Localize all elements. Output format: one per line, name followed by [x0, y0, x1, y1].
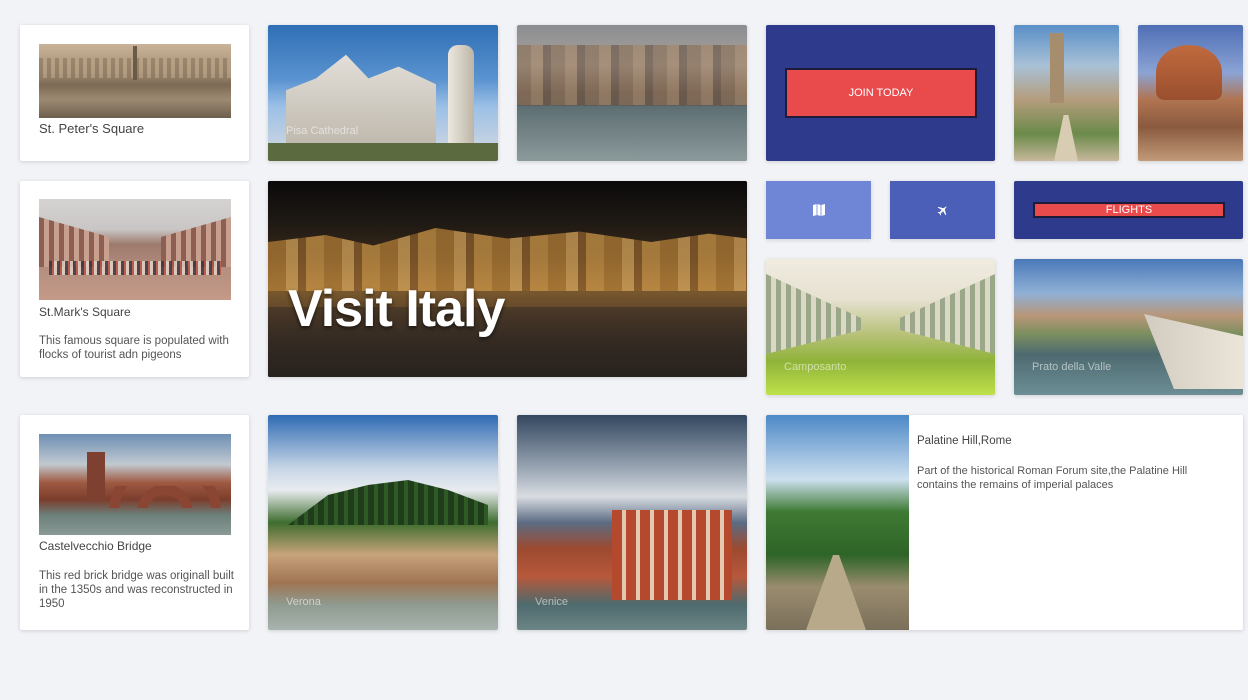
card-st-peters-square[interactable]: St. Peter's Square — [20, 25, 249, 161]
palatine-hill-description: Part of the historical Roman Forum site,… — [917, 465, 1188, 491]
castelvecchio-bridge-photo — [39, 434, 231, 535]
st-marks-square-photo — [39, 199, 231, 300]
castelvecchio-bridge-description: This red brick bridge was originall buil… — [39, 570, 234, 610]
photo-tile-courtyard[interactable] — [1014, 25, 1119, 161]
photo-tile-verona[interactable]: Verona — [268, 415, 498, 630]
photo-tile-prato-della-valle[interactable]: Prato della Valle — [1014, 259, 1243, 395]
prato-della-valle-caption: Prato della Valle — [1032, 361, 1112, 373]
palatine-hill-title: Palatine Hill,Rome — [917, 435, 1012, 447]
venice-caption: Venice — [535, 596, 569, 608]
castelvecchio-bridge-title: Castelvecchio Bridge — [39, 539, 152, 553]
flights-panel: FLIGHTS — [1014, 181, 1243, 239]
join-today-panel: JOIN TODAY — [766, 25, 995, 161]
hero-visit-italy[interactable]: Visit Italy — [268, 181, 747, 377]
plane-icon — [936, 206, 947, 216]
pisa-caption: Pisa Cathedral — [286, 125, 359, 137]
verona-caption: Verona — [286, 596, 321, 608]
card-palatine-hill[interactable]: Palatine Hill,Rome Part of the historica… — [766, 415, 1243, 630]
hero-title: Visit Italy — [288, 280, 505, 338]
photo-tile-venice[interactable]: Venice — [517, 415, 747, 630]
st-peters-square-photo — [39, 44, 231, 118]
card-st-marks-square[interactable]: St.Mark's Square This famous square is p… — [20, 181, 249, 377]
st-marks-square-title: St.Mark's Square — [39, 305, 131, 319]
plane-button[interactable] — [890, 181, 995, 239]
photo-tile-pisa[interactable]: Pisa Cathedral — [268, 25, 498, 161]
st-marks-square-description: This famous square is populated with flo… — [39, 335, 229, 361]
photo-tile-florence-dome[interactable] — [1138, 25, 1243, 161]
palatine-hill-photo — [766, 415, 909, 630]
flights-button[interactable]: FLIGHTS — [1033, 202, 1225, 218]
map-button[interactable] — [766, 181, 871, 239]
join-today-button[interactable]: JOIN TODAY — [785, 68, 977, 118]
map-icon — [812, 204, 825, 216]
photo-tile-venice-canal[interactable] — [517, 25, 747, 161]
card-castelvecchio-bridge[interactable]: Castelvecchio Bridge This red brick brid… — [20, 415, 249, 630]
st-peters-square-title: St. Peter's Square — [39, 121, 145, 136]
photo-tile-camposanto[interactable]: Camposanto — [766, 259, 995, 395]
camposanto-caption: Camposanto — [784, 361, 847, 373]
